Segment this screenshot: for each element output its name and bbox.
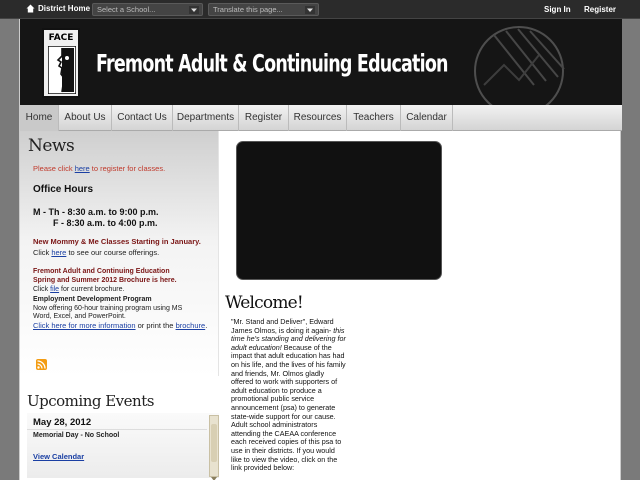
brochure-file-link[interactable]: file xyxy=(50,286,59,293)
news-heading: News xyxy=(28,136,75,156)
welcome-body: Because of the impact that adult educati… xyxy=(231,342,346,473)
site-title: Fremont Adult & Continuing Education xyxy=(96,51,449,78)
face-profile-icon xyxy=(47,45,77,99)
brochure-text: Click file for current brochure. xyxy=(33,286,124,293)
event-divider xyxy=(27,429,207,430)
face-watermark-icon xyxy=(464,25,584,105)
more-info-link[interactable]: Click here for more information xyxy=(33,321,136,330)
employment-program-line1: Now offering 60-hour training program us… xyxy=(33,305,183,312)
mommy-suffix: to see our course offerings. xyxy=(66,248,160,257)
employment-program-links: Click here for more information or print… xyxy=(33,321,207,330)
events-scrollbar[interactable] xyxy=(209,415,219,480)
upcoming-events-heading: Upcoming Events xyxy=(27,392,154,410)
mommy-prefix: Click xyxy=(33,248,52,257)
nav-item-register[interactable]: Register xyxy=(239,105,289,131)
scroll-up-icon[interactable] xyxy=(211,416,217,428)
video-player[interactable] xyxy=(236,141,442,280)
chevron-down-icon xyxy=(189,6,199,14)
school-select-label: Select a School... xyxy=(97,5,156,14)
mommy-here-link[interactable]: here xyxy=(51,248,66,257)
nav-item-departments[interactable]: Departments xyxy=(173,105,239,131)
nav-item-resources[interactable]: Resources xyxy=(289,105,347,131)
brochure-link[interactable]: brochure xyxy=(176,321,206,330)
employment-program-line2: Word, Excel, and PowerPoint. xyxy=(33,313,126,320)
welcome-heading: Welcome! xyxy=(225,293,304,313)
top-utility-bar: District Home Select a School... Transla… xyxy=(0,0,640,19)
office-hours-friday: F - 8:30 a.m. to 4:00 p.m. xyxy=(53,218,158,228)
register-note-prefix: Please click xyxy=(33,164,75,173)
register-link[interactable]: Register xyxy=(584,5,616,14)
logo-text: FACE xyxy=(48,33,74,43)
scrollbar-thumb[interactable] xyxy=(211,424,217,462)
events-list: May 28, 2012 Memorial Day - No School xyxy=(27,413,219,480)
sign-in-link[interactable]: Sign In xyxy=(544,5,571,14)
rss-icon[interactable] xyxy=(36,359,47,370)
register-here-link[interactable]: here xyxy=(75,164,90,173)
site-header: FACE Fremont Adult & Continuing Educatio… xyxy=(20,19,622,105)
nav-item-about-us[interactable]: About Us xyxy=(59,105,112,131)
chevron-down-icon xyxy=(305,6,315,14)
office-hours-heading: Office Hours xyxy=(33,184,94,195)
event-date: May 28, 2012 xyxy=(33,417,92,428)
welcome-text: "Mr. Stand and Deliver", Edward James Ol… xyxy=(231,317,346,473)
mommy-me-text: Click here to see our course offerings. xyxy=(33,248,159,257)
nav-item-teachers[interactable]: Teachers xyxy=(347,105,401,131)
event-name: Memorial Day - No School xyxy=(33,432,120,439)
main-nav: Home About Us Contact Us Departments Reg… xyxy=(20,105,622,131)
school-select[interactable]: Select a School... xyxy=(92,3,203,16)
home-icon xyxy=(26,4,35,13)
district-home-label: District Home xyxy=(38,4,91,13)
brochure-heading-line1: Fremont Adult and Continuing Education xyxy=(33,268,170,275)
nav-item-home[interactable]: Home xyxy=(20,105,59,131)
employment-program-heading: Employment Development Program xyxy=(33,296,152,303)
translate-select-label: Translate this page... xyxy=(213,5,283,14)
brochure-suffix: for current brochure. xyxy=(59,286,125,293)
view-calendar-link[interactable]: View Calendar xyxy=(33,452,84,461)
face-logo[interactable]: FACE xyxy=(42,28,80,98)
office-hours-weekdays: M - Th - 8:30 a.m. to 9:00 p.m. xyxy=(33,207,159,217)
nav-item-contact-us[interactable]: Contact Us xyxy=(112,105,173,131)
register-note-suffix: to register for classes. xyxy=(89,164,166,173)
page-container: FACE Fremont Adult & Continuing Educatio… xyxy=(19,19,622,480)
employment-end-text: . xyxy=(205,321,208,330)
district-home-link[interactable]: District Home xyxy=(26,4,90,13)
register-note: Please click here to register for classe… xyxy=(33,164,165,173)
welcome-intro: "Mr. Stand and Deliver", Edward James Ol… xyxy=(231,317,334,335)
news-panel: News Please click here to register for c… xyxy=(20,131,219,376)
mommy-me-heading: New Mommy & Me Classes Starting in Janua… xyxy=(33,237,201,246)
brochure-heading-line2: Spring and Summer 2012 Brochure is here. xyxy=(33,277,177,284)
translate-select[interactable]: Translate this page... xyxy=(208,3,319,16)
employment-mid-text: or print the xyxy=(135,321,176,330)
nav-item-calendar[interactable]: Calendar xyxy=(401,105,453,131)
brochure-prefix: Click xyxy=(33,286,51,293)
scroll-down-icon[interactable] xyxy=(211,469,217,480)
